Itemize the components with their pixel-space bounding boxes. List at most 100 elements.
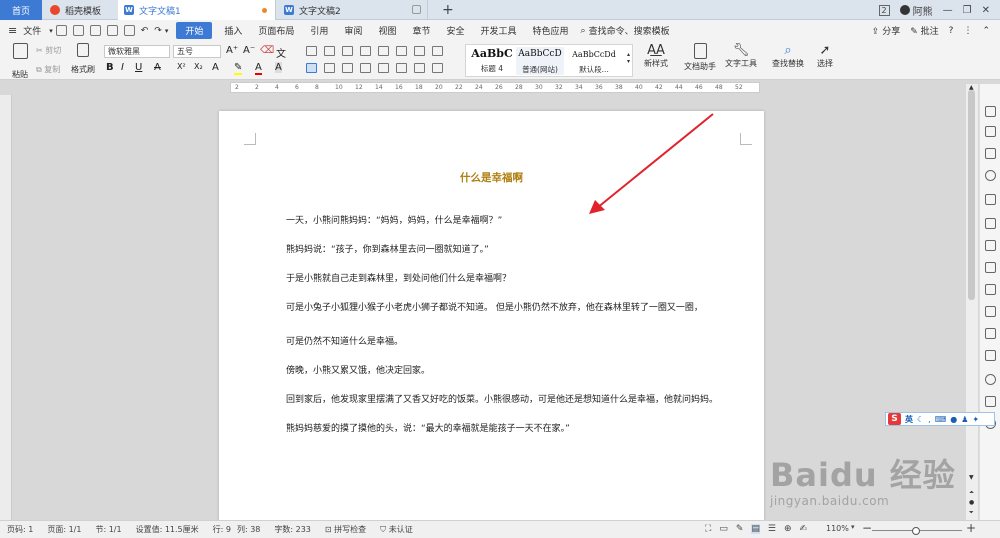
clear-format-icon[interactable]: ⌫ <box>260 45 274 56</box>
doc-helper-button[interactable]: 文档助手 <box>682 43 718 72</box>
translate-icon[interactable] <box>985 306 996 317</box>
vertical-scrollbar[interactable]: ▲ ▼ ⏶ ● ⏷ <box>966 84 978 520</box>
style-normal-web[interactable]: AaBbCcD 普通(网站) <box>516 47 564 75</box>
menu-view[interactable]: 视图 <box>370 24 404 37</box>
next-page-icon[interactable]: ⏷ <box>969 509 974 517</box>
paragraph[interactable]: 回到家后，他发现家里摆满了又香又好吃的饭菜。小熊很感动，可是他还是想知道什么是幸… <box>286 392 718 405</box>
menu-chapter[interactable]: 章节 <box>404 24 438 37</box>
grow-font-icon[interactable]: A⁺ <box>226 45 238 56</box>
bullets-icon[interactable] <box>306 46 317 56</box>
moon-icon[interactable]: ☾ <box>917 415 924 424</box>
new-style-button[interactable]: A͟A 新样式 <box>640 43 672 69</box>
char-shading-icon[interactable]: A <box>275 62 282 73</box>
text-effect-icon[interactable]: A <box>212 62 219 73</box>
tab-home[interactable]: 首页 <box>0 0 42 20</box>
justify-icon[interactable] <box>360 63 371 73</box>
paste-button[interactable]: 粘贴 <box>6 43 34 79</box>
chevron-down-icon[interactable]: ▾ <box>49 27 53 35</box>
subscript-button[interactable]: X₂ <box>194 62 203 71</box>
redo-icon[interactable]: ↷ <box>154 26 162 36</box>
menu-page-layout[interactable]: 页面布局 <box>250 24 302 37</box>
select-button[interactable]: ➚ 选择 <box>810 43 840 69</box>
align-right-icon[interactable] <box>342 63 353 73</box>
menu-review[interactable]: 审阅 <box>336 24 370 37</box>
select-browse-icon[interactable]: ● <box>969 499 974 506</box>
zoom-slider[interactable] <box>872 527 962 535</box>
tab-document-1[interactable]: W 文字文稿1 <box>118 0 276 20</box>
ime-mode[interactable]: 英 <box>905 414 913 425</box>
style-icon[interactable] <box>985 170 996 181</box>
style-gallery-scroll-icon[interactable]: ▴ ▾ <box>627 51 630 65</box>
outline-view-icon[interactable]: ☰ <box>768 524 776 534</box>
zoom-dropdown-icon[interactable]: ▾ <box>851 523 855 531</box>
show-marks-icon[interactable] <box>414 46 425 56</box>
punct-icon[interactable]: , <box>928 415 931 424</box>
menu-developer[interactable]: 开发工具 <box>472 24 524 37</box>
superscript-button[interactable]: X² <box>177 62 186 71</box>
keyboard-icon[interactable]: ⌨ <box>935 415 947 424</box>
sort-icon[interactable] <box>396 46 407 56</box>
line-spacing-icon[interactable] <box>432 46 443 56</box>
new-doc-icon[interactable] <box>55 25 67 36</box>
format-painter-button[interactable]: 格式刷 <box>68 43 98 74</box>
command-search[interactable]: ⌕ 查找命令、搜索模板 <box>581 24 670 38</box>
tab-document-2[interactable]: W 文字文稿2 <box>278 0 428 20</box>
export-pdf-icon[interactable] <box>123 25 135 36</box>
hamburger-icon[interactable]: ≡ <box>0 24 21 37</box>
align-center-icon[interactable] <box>324 63 335 73</box>
style-default-paragraph[interactable]: AaBbCcDd 默认段... <box>566 47 622 75</box>
find-replace-button[interactable]: ⌕ 查找替换 <box>768 43 808 69</box>
image-icon[interactable] <box>985 350 996 361</box>
close-window-icon[interactable]: ✕ <box>982 5 990 16</box>
menu-references[interactable]: 引用 <box>302 24 336 37</box>
cut-button[interactable]: ✂ 剪切 <box>36 45 61 56</box>
print-preview-icon[interactable] <box>89 25 101 36</box>
share-button[interactable]: ⇪ 分享 <box>872 24 900 37</box>
voice-icon[interactable]: ● <box>950 415 957 424</box>
table-icon[interactable] <box>985 194 996 205</box>
help-button[interactable]: ? <box>949 26 954 36</box>
status-section[interactable]: 节: 1/1 <box>88 524 128 535</box>
minimize-icon[interactable]: — <box>943 5 953 16</box>
window-count-badge[interactable]: 2 <box>878 4 890 16</box>
paragraph[interactable]: 熊妈妈说：“孩子，你到森林里去问一圈就知道了。” <box>286 242 489 255</box>
target-icon[interactable] <box>985 374 996 385</box>
status-word-count[interactable]: 字数: 233 <box>267 524 318 535</box>
reading-mode-icon[interactable]: ▭ <box>719 524 728 534</box>
zoom-out-button[interactable]: − <box>862 521 872 535</box>
backup-icon[interactable] <box>985 284 996 295</box>
input-method-bar[interactable]: S 英 ☾ , ⌨ ● ♟ ✦ <box>885 412 995 426</box>
numbering-icon[interactable] <box>324 46 335 56</box>
restrict-icon[interactable] <box>985 262 996 273</box>
font-color-icon[interactable]: A <box>255 62 262 75</box>
more-icon[interactable]: ⋮ <box>963 26 972 36</box>
copy-button[interactable]: ⧉ 复制 <box>36 64 60 75</box>
cursor-icon[interactable] <box>985 126 996 137</box>
italic-button[interactable]: I <box>121 62 124 73</box>
paragraph[interactable]: 可是小兔子小狐狸小猴子小老虎小狮子都说不知道。 但是小熊仍然不放弃，他在森林里转… <box>286 300 703 313</box>
menu-security[interactable]: 安全 <box>438 24 472 37</box>
highlight-icon[interactable]: ✎ <box>234 62 243 75</box>
structure-icon[interactable] <box>985 240 996 251</box>
page-view-icon[interactable]: ▤ <box>751 524 760 534</box>
increase-indent-icon[interactable] <box>360 46 371 56</box>
scroll-down-icon[interactable]: ▼ <box>969 474 974 481</box>
font-size-select[interactable]: 五号 <box>173 45 221 58</box>
menu-insert[interactable]: 插入 <box>216 24 250 37</box>
shapes-icon[interactable] <box>985 148 996 159</box>
tools-icon[interactable] <box>985 218 996 229</box>
spell-check-button[interactable]: ⊡ 拼写检查 <box>318 524 373 535</box>
settings-icon[interactable]: ✦ <box>972 415 979 424</box>
shading-icon[interactable] <box>414 63 425 73</box>
collapse-ribbon-icon[interactable]: ⌃ <box>982 26 990 36</box>
prev-page-icon[interactable]: ⏶ <box>969 489 974 497</box>
text-tools-button[interactable]: 🔧︎ 文字工具 <box>722 43 760 69</box>
certification-status[interactable]: ⛉ 未认证 <box>373 524 420 535</box>
style-heading4[interactable]: AaBbC 标题 4 <box>470 47 514 74</box>
shirt-icon[interactable]: ♟ <box>961 415 968 424</box>
menu-file[interactable]: 文件 <box>21 24 49 37</box>
restore-icon[interactable]: ❐ <box>963 5 972 16</box>
shrink-font-icon[interactable]: A⁻ <box>243 45 255 56</box>
pen-icon[interactable] <box>985 106 996 117</box>
share-panel-icon[interactable] <box>985 396 996 407</box>
